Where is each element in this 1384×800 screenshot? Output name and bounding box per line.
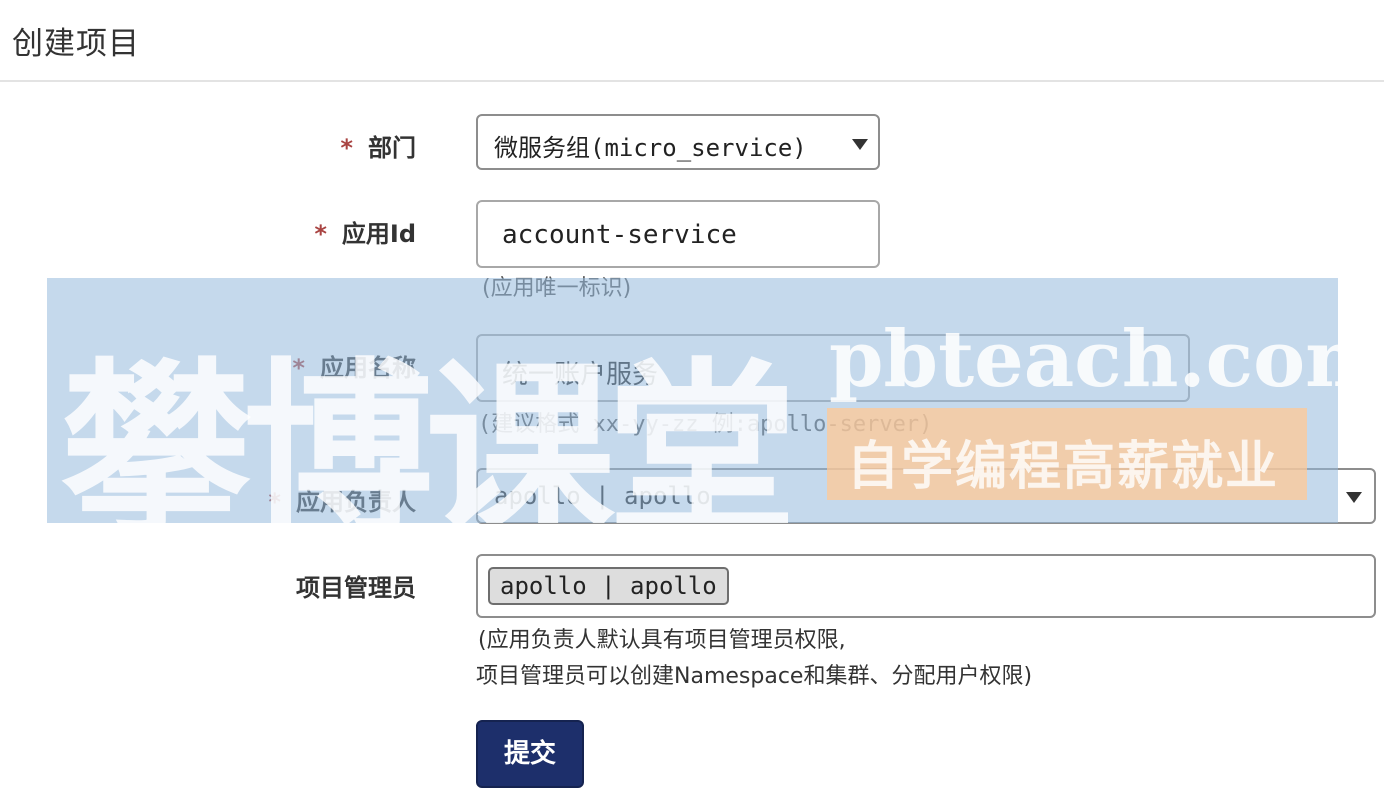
- app-name-input-value: 统一账户服务: [502, 360, 659, 390]
- required-mark: *: [313, 220, 328, 248]
- owner-select[interactable]: apollo | apollo: [476, 468, 1376, 524]
- department-label: * 部门: [339, 134, 416, 162]
- page-title: 创建项目: [12, 26, 140, 62]
- app-name-input[interactable]: 统一账户服务: [476, 334, 1190, 402]
- chevron-down-icon: [1346, 492, 1362, 503]
- app-name-help: (建议格式 xx-yy-zz 例:apollo-server): [478, 412, 933, 437]
- owner-label: * 应用负责人: [267, 488, 416, 516]
- owner-select-value: apollo | apollo: [494, 482, 711, 510]
- app-name-label: * 应用名称: [291, 354, 416, 382]
- department-select[interactable]: 微服务组(micro_service): [476, 114, 880, 170]
- admins-label: 项目管理员: [296, 574, 416, 602]
- app-id-label: * 应用Id: [313, 220, 416, 248]
- department-select-value: 微服务组(micro_service): [494, 134, 807, 162]
- admins-help-line2: 项目管理员可以创建Namespace和集群、分配用户权限): [476, 664, 1033, 689]
- chevron-down-icon: [852, 139, 868, 150]
- admins-multiselect[interactable]: apollo | apollo: [476, 554, 1376, 618]
- submit-button[interactable]: 提交: [476, 720, 584, 788]
- required-mark: *: [291, 354, 306, 382]
- app-id-input-value: account-service: [502, 220, 737, 250]
- required-mark: *: [267, 488, 282, 516]
- admin-tag[interactable]: apollo | apollo: [488, 567, 729, 605]
- app-id-input[interactable]: account-service: [476, 200, 880, 268]
- required-mark: *: [339, 134, 354, 162]
- app-id-help: (应用唯一标识): [482, 276, 632, 301]
- page-header: 创建项目: [0, 0, 1384, 82]
- admins-help-line1: (应用负责人默认具有项目管理员权限,: [478, 628, 846, 653]
